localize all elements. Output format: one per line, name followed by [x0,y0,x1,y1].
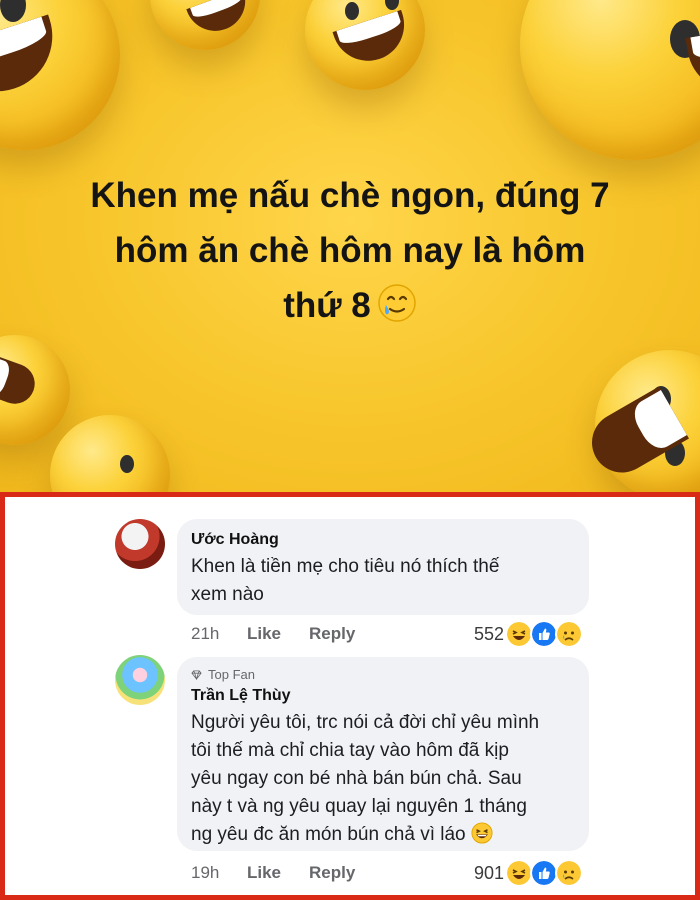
reaction-icons[interactable] [505,859,583,887]
headline-line: hôm ăn chè hôm nay là hôm [114,231,586,270]
comment-author[interactable]: Ước Hoàng [191,529,575,551]
post-image-card: Khen mẹ nấu chè ngon, đúng 7 hôm ăn chè … [0,0,700,492]
comment-text-line: yêu ngay con bé nhà bán bún chả. Sau [191,768,522,789]
laughing-emoji-decoration [0,0,120,150]
headline-line: Khen mẹ nấu chè ngon, đúng 7 [90,176,610,215]
haha-reaction-icon [505,859,533,887]
comment-text-line: xem nào [191,584,264,605]
reply-button[interactable]: Reply [309,863,355,883]
sad-reaction-icon [555,859,583,887]
headline-line-last: thứ 8 [0,278,700,333]
comment-text: Khen là tiền mẹ cho tiêu nó thích thế xe… [191,553,575,609]
reaction-count[interactable]: 552 [474,624,504,645]
laughing-emoji-decoration [520,0,700,160]
comment-timestamp[interactable]: 21h [191,624,247,644]
comment-actions: 19h Like Reply 901 [191,859,583,887]
like-button[interactable]: Like [247,863,309,883]
like-button[interactable]: Like [247,624,309,644]
comment-text-line: tôi thế mà chỉ chia tay vào hôm đã kịp [191,740,509,761]
grinning-squinting-face-icon [471,822,493,844]
laughing-emoji-decoration [150,0,260,50]
laughing-emoji-decoration [0,335,70,445]
reaction-count[interactable]: 901 [474,863,504,884]
diamond-icon [191,670,202,680]
avatar[interactable] [115,655,165,705]
like-reaction-icon [530,859,558,887]
comment-text-line-last: ng yêu đc ăn món bún chả vì láo [191,821,575,849]
laughing-emoji-decoration [581,350,700,492]
sad-reaction-icon [555,620,583,648]
post-headline: Khen mẹ nấu chè ngon, đúng 7 hôm ăn chè … [0,168,700,333]
smiling-face-with-tear-icon [378,284,416,322]
laughing-emoji-decoration [305,0,425,90]
top-fan-badge: Top Fan [191,667,575,683]
comment-text-line: Khen là tiền mẹ cho tiêu nó thích thế [191,556,500,577]
reply-button[interactable]: Reply [309,624,355,644]
reaction-icons[interactable] [505,620,583,648]
comment-bubble: Top Fan Trần Lệ Thùy Người yêu tôi, trc … [177,657,589,851]
haha-reaction-icon [505,620,533,648]
comment-text-line: Người yêu tôi, trc nói cả đời chỉ yêu mì… [191,712,540,733]
avatar[interactable] [115,519,165,569]
comment-text-line: này t và ng yêu quay lại nguyên 1 tháng [191,796,527,817]
comment-text: Người yêu tôi, trc nói cả đời chỉ yêu mì… [191,709,575,849]
comment-timestamp[interactable]: 19h [191,863,247,883]
comment-bubble: Ước Hoàng Khen là tiền mẹ cho tiêu nó th… [177,519,589,615]
comment-actions: 21h Like Reply 552 [191,620,583,648]
screenshot: Khen mẹ nấu chè ngon, đúng 7 hôm ăn chè … [0,0,700,900]
like-reaction-icon [530,620,558,648]
laughing-emoji-decoration [50,415,170,492]
top-fan-label: Top Fan [208,667,255,682]
comment-author[interactable]: Trần Lệ Thùy [191,685,575,707]
comments-panel: Ước Hoàng Khen là tiền mẹ cho tiêu nó th… [0,492,700,900]
